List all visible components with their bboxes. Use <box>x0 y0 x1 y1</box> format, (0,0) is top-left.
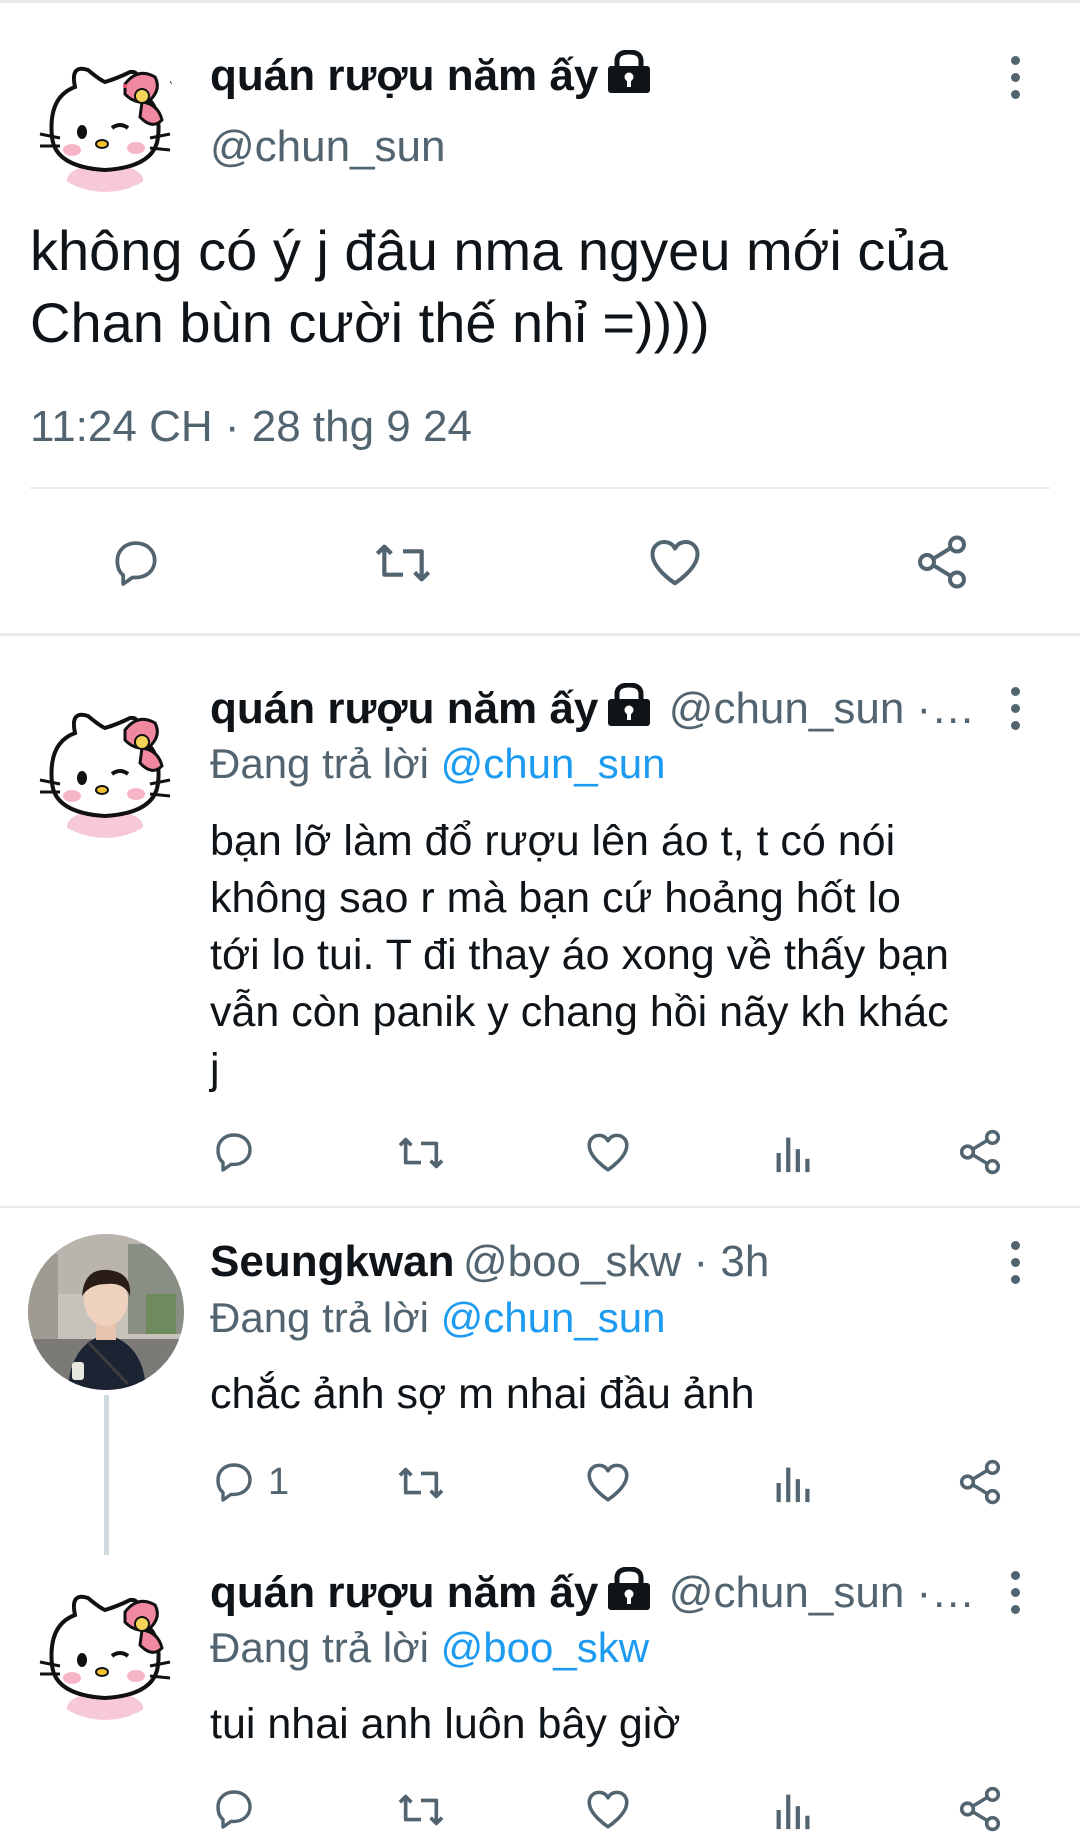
main-timestamp[interactable]: 11:24 CH · 28 thg 9 24 <box>30 402 472 452</box>
more-options-icon[interactable] <box>995 1562 1035 1622</box>
reply-button[interactable]: 1 <box>210 1458 289 1506</box>
mention-link[interactable]: @chun_sun <box>441 740 666 787</box>
reply-text: chắc ảnh sợ m nhai đầu ảnh <box>210 1366 1060 1423</box>
share-icon <box>959 1786 1001 1832</box>
reply-header: Seungkwan @boo_skw · 3h <box>210 1237 1000 1287</box>
display-name[interactable]: quán rượu năm ấy <box>210 684 598 733</box>
share-button[interactable] <box>955 1457 1005 1507</box>
tweet-text-line: Chan bùn cười thế nhỉ =)))) <box>30 291 710 354</box>
reply-icon <box>216 1463 252 1502</box>
replying-to: Đang trả lời @chun_sun <box>210 740 665 788</box>
reply-text-line: tới lo tui. T đi thay áo xong về thấy bạ… <box>210 931 949 979</box>
main-display-name[interactable]: quán rượu năm ấy <box>210 49 652 105</box>
reply-button[interactable] <box>210 1785 268 1833</box>
reply-icon <box>216 1790 252 1829</box>
like-button[interactable] <box>583 1457 633 1507</box>
like-icon <box>587 1133 629 1172</box>
reply-icon <box>216 1133 252 1172</box>
avatar-seungkwan[interactable] <box>28 1234 184 1390</box>
reply-text: bạn lỡ làm đổ rượu lên áo t, t có nói kh… <box>210 813 1060 1098</box>
main-divider <box>30 487 1050 489</box>
reply-text-line: chắc ảnh sợ m nhai đầu ảnh <box>210 1370 755 1418</box>
views-icon <box>776 1467 810 1503</box>
views-button[interactable] <box>772 1130 816 1176</box>
retweet-button[interactable] <box>393 1787 449 1833</box>
share-button[interactable] <box>955 1784 1005 1834</box>
top-border <box>0 0 1080 3</box>
retweet-button[interactable] <box>393 1460 449 1506</box>
reply-text-line: j <box>210 1045 220 1093</box>
replying-prefix: Đang trả lời <box>210 1624 441 1671</box>
avatar-hello-kitty[interactable] <box>30 42 180 192</box>
section-divider <box>0 633 1080 636</box>
like-icon <box>587 1790 629 1829</box>
main-tweet-text: không có ý j đâu nma ngyeu mới của Chan … <box>30 215 1060 359</box>
views-button[interactable] <box>772 1460 816 1506</box>
reply-text-line: bạn lỡ làm đổ rượu lên áo t, t có nói <box>210 817 896 865</box>
display-name[interactable]: quán rượu năm ấy <box>210 1568 598 1617</box>
section-divider <box>0 1206 1080 1208</box>
thread-line <box>104 1395 109 1555</box>
more-options-icon[interactable] <box>995 47 1035 107</box>
views-icon <box>776 1794 810 1830</box>
avatar-hello-kitty[interactable] <box>30 1570 180 1720</box>
like-button[interactable] <box>583 1127 633 1177</box>
handle-time[interactable]: @chun_sun ·… <box>669 684 975 733</box>
replying-prefix: Đang trả lời <box>210 1294 441 1341</box>
retweet-icon <box>375 544 431 582</box>
replying-to: Đang trả lời @chun_sun <box>210 1294 665 1342</box>
lock-icon <box>606 49 652 105</box>
lock-icon <box>606 1567 652 1616</box>
more-options-icon[interactable] <box>995 678 1035 738</box>
display-name[interactable]: Seungkwan <box>210 1237 455 1286</box>
like-button[interactable] <box>645 532 705 592</box>
like-icon <box>650 540 700 586</box>
like-icon <box>587 1463 629 1502</box>
reply-text-line: không sao r mà bạn cứ hoảng hốt lo <box>210 874 901 922</box>
mention-link[interactable]: @chun_sun <box>441 1294 666 1341</box>
tweet-text-line: không có ý j đâu nma ngyeu mới của <box>30 219 948 282</box>
replying-prefix: Đang trả lời <box>210 740 441 787</box>
more-options-icon[interactable] <box>995 1232 1035 1292</box>
mention-link[interactable]: @boo_skw <box>441 1624 649 1671</box>
share-button[interactable] <box>912 532 972 592</box>
reply-header: quán rượu năm ấy @chun_sun ·… <box>210 1567 1000 1618</box>
views-button[interactable] <box>772 1787 816 1833</box>
retweet-icon <box>398 1794 444 1826</box>
reply-text-line: tui nhai anh luôn bây giờ <box>210 1700 681 1748</box>
reply-button[interactable] <box>210 1128 268 1176</box>
retweet-icon <box>398 1137 444 1169</box>
display-name-text: quán rượu năm ấy <box>210 51 599 100</box>
share-button[interactable] <box>955 1127 1005 1177</box>
handle-time[interactable]: @chun_sun ·… <box>669 1568 975 1617</box>
share-icon <box>959 1459 1001 1505</box>
views-icon <box>776 1137 810 1173</box>
replying-to: Đang trả lời @boo_skw <box>210 1624 649 1672</box>
reply-text: tui nhai anh luôn bây giờ <box>210 1696 1060 1753</box>
reply-text-line: vẫn còn panik y chang hồi nãy kh khác <box>210 988 949 1036</box>
share-icon <box>918 535 966 589</box>
main-handle[interactable]: @chun_sun <box>210 122 446 172</box>
handle-time[interactable]: @boo_skw · 3h <box>463 1237 769 1286</box>
avatar-hello-kitty[interactable] <box>30 688 180 838</box>
reply-header: quán rượu năm ấy @chun_sun ·… <box>210 683 1000 734</box>
like-button[interactable] <box>583 1784 633 1834</box>
retweet-icon <box>398 1467 444 1499</box>
lock-icon <box>606 683 652 732</box>
retweet-button[interactable] <box>370 535 436 591</box>
reply-button[interactable] <box>108 535 164 591</box>
share-icon <box>959 1129 1001 1175</box>
retweet-button[interactable] <box>393 1130 449 1176</box>
reply-count: 1 <box>268 1460 290 1503</box>
reply-icon <box>115 541 157 586</box>
